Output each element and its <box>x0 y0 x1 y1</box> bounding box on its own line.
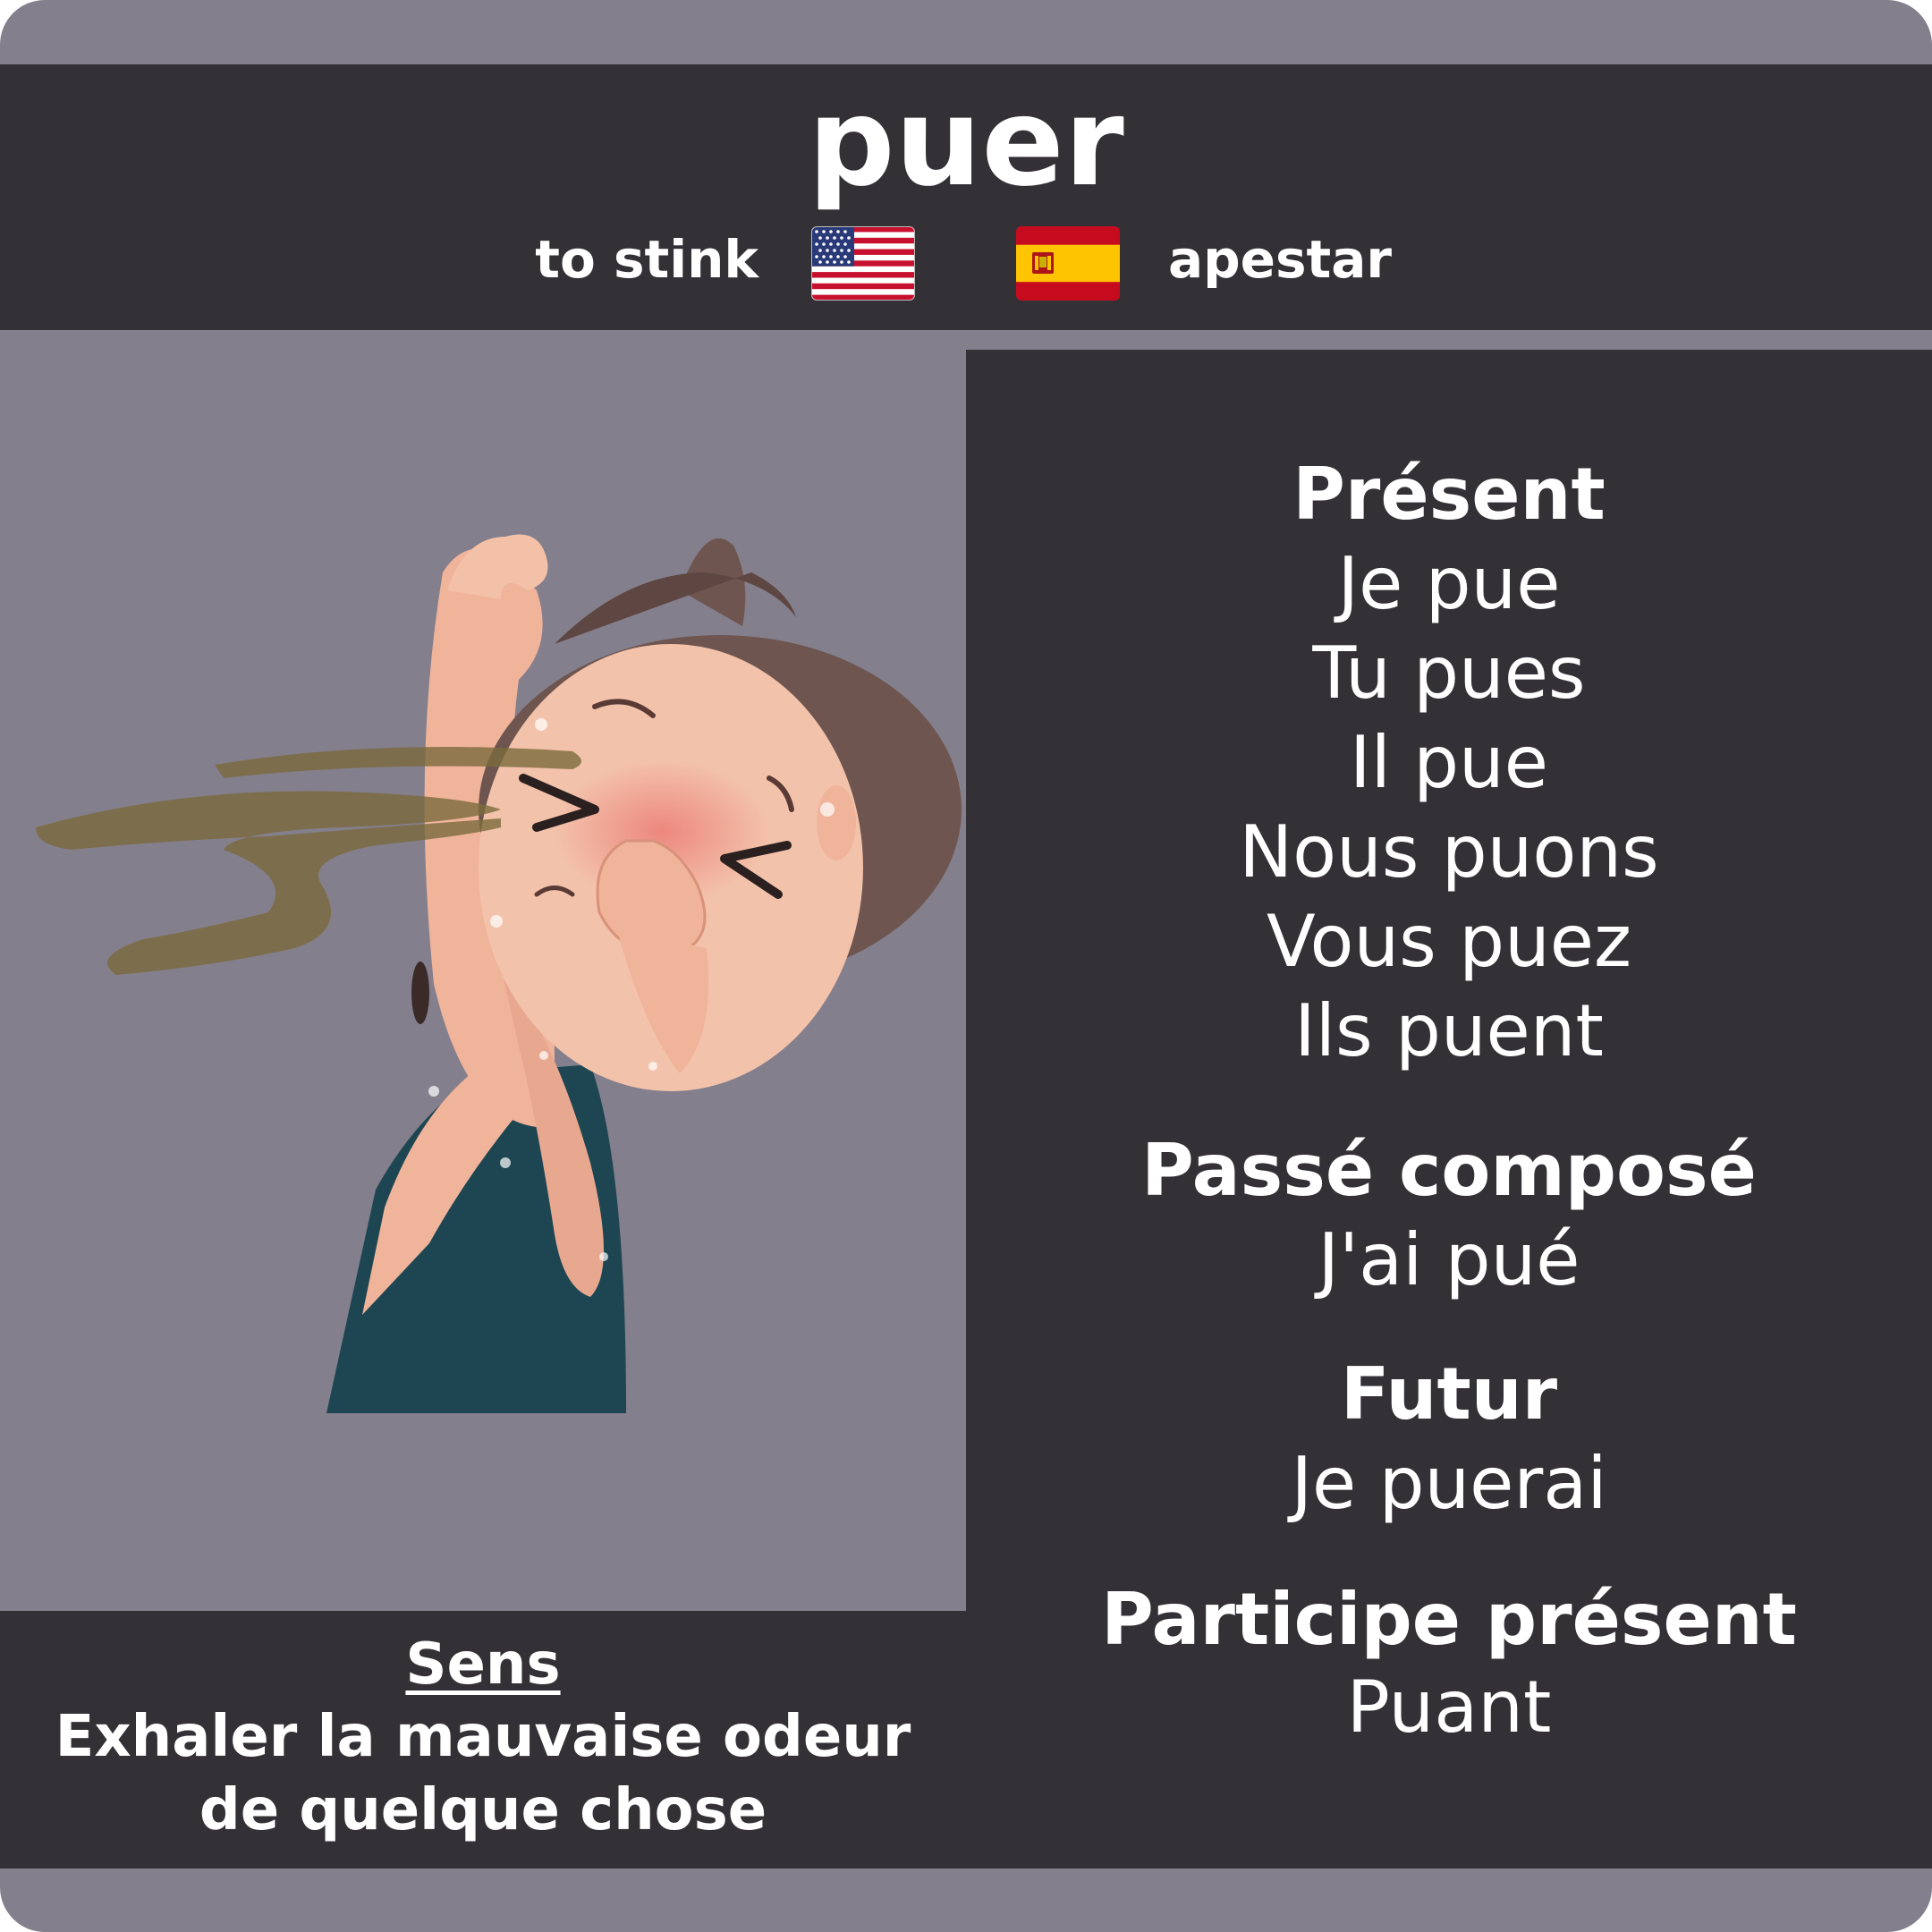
present-form: Tu pues <box>1312 631 1586 715</box>
passe-compose-form: J'ai pué <box>1318 1218 1580 1301</box>
us-flag-icon <box>811 226 915 301</box>
english-translation: to stink <box>535 229 758 290</box>
passe-compose-heading: Passé composé <box>1141 1129 1757 1212</box>
spanish-translation: apestar <box>1168 229 1392 290</box>
verb-title: puer <box>808 72 1124 214</box>
flashcard: puer to stink apestar Présent Je pue Tu … <box>0 0 1932 1932</box>
meaning-text: Exhaler la mauvaise odeur de quelque cho… <box>0 1700 966 1847</box>
present-heading: Présent <box>1292 453 1606 536</box>
present-form: Ils puent <box>1294 989 1604 1072</box>
participe-present-heading: Participe présent <box>1101 1578 1797 1661</box>
present-form: Il pue <box>1350 721 1548 804</box>
meaning-line: Exhaler la mauvaise odeur <box>55 1704 911 1770</box>
meaning-line: de quelque chose <box>199 1777 767 1843</box>
meaning-panel: Sens Exhaler la mauvaise odeur de quelqu… <box>0 1611 966 1868</box>
meaning-title: Sens <box>405 1631 561 1698</box>
present-form: Vous puez <box>1267 900 1631 983</box>
futur-form: Je puerai <box>1291 1442 1607 1525</box>
spain-flag-icon <box>1016 226 1120 301</box>
present-form: Je pue <box>1337 542 1561 625</box>
conjugation-panel: Présent Je pue Tu pues Il pue Nous puons… <box>966 350 1932 1868</box>
futur-heading: Futur <box>1340 1352 1558 1436</box>
participe-present-form: Puant <box>1346 1665 1552 1749</box>
present-form: Nous puons <box>1239 810 1659 894</box>
person-holding-nose-icon <box>0 330 966 1611</box>
